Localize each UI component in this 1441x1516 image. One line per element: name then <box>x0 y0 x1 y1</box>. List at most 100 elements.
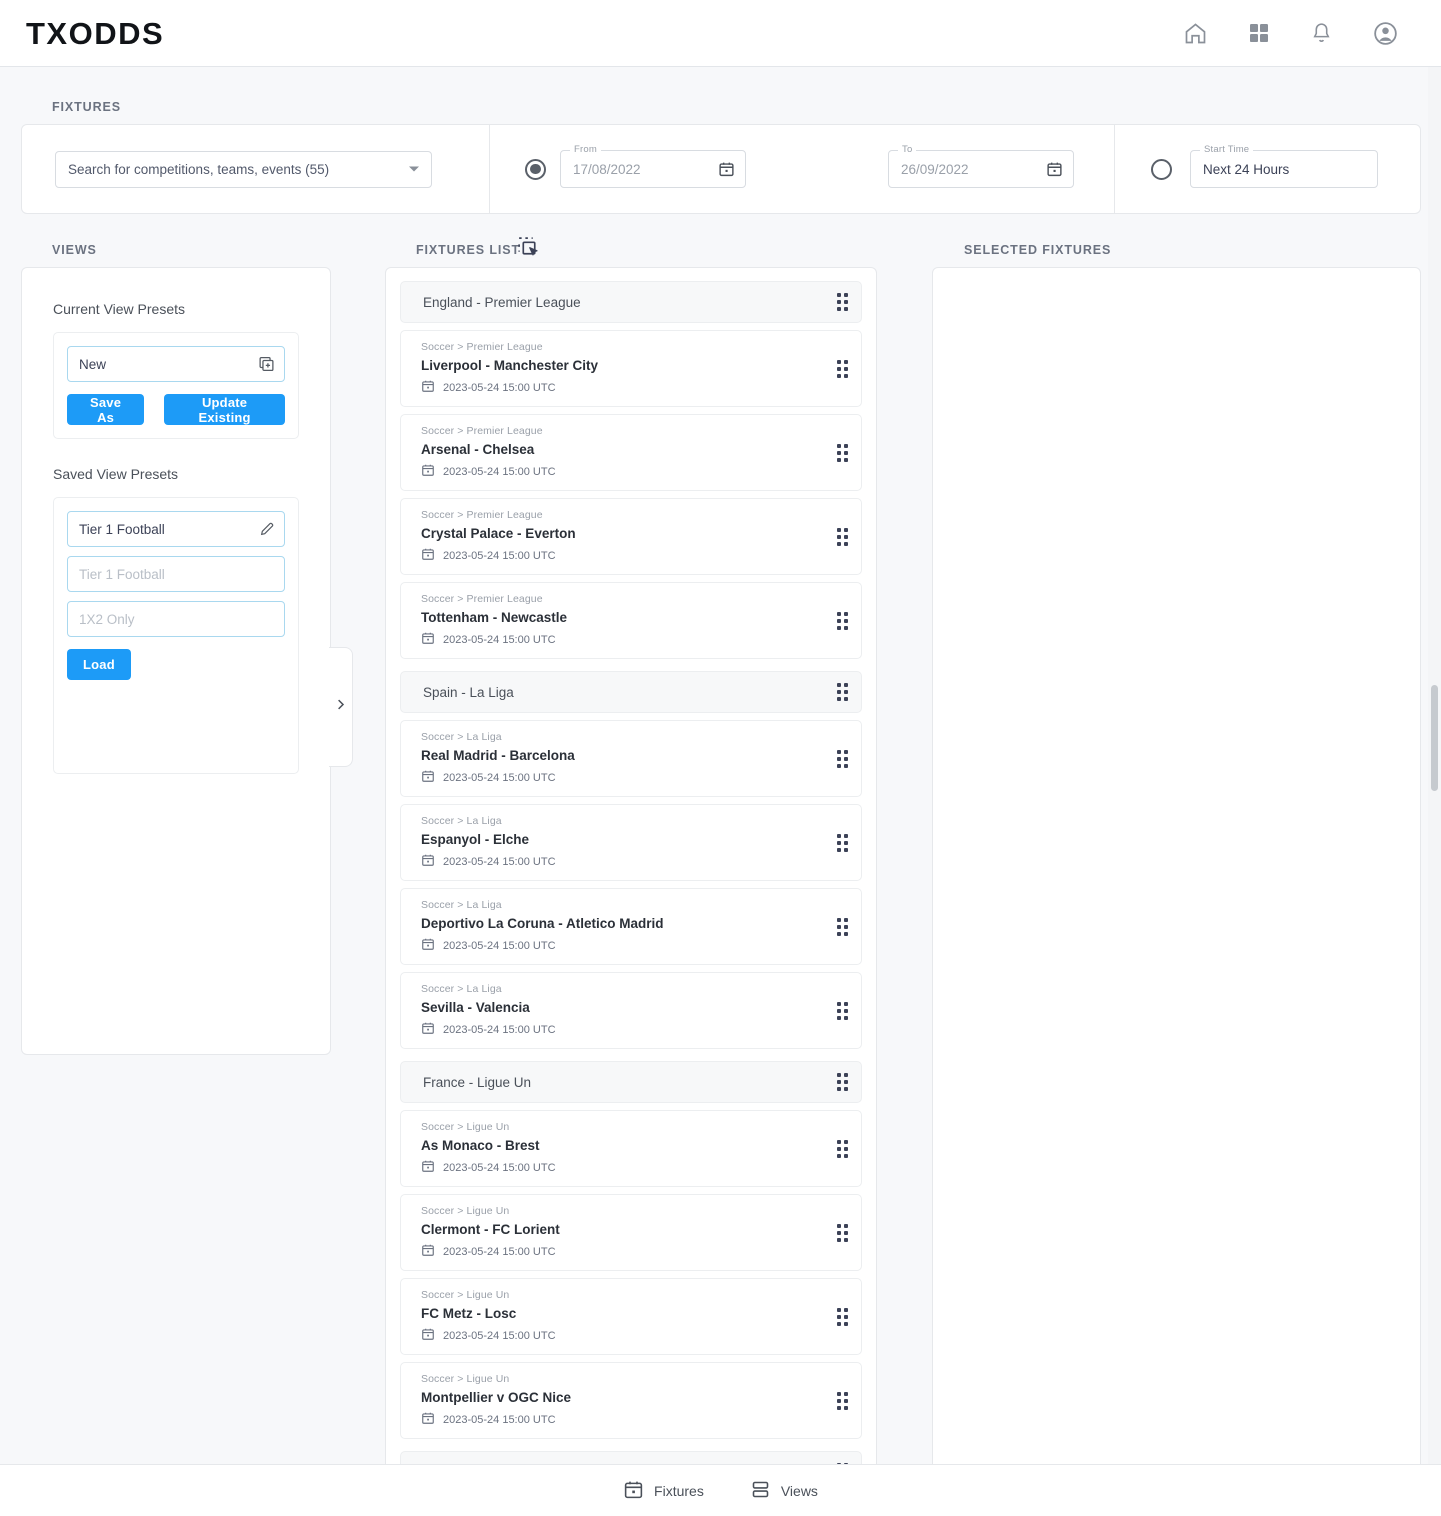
fixture-time: 2023-05-24 15:00 UTC <box>421 1327 556 1344</box>
bottom-navigation: Fixtures Views <box>0 1464 1441 1516</box>
fixture-row[interactable]: Soccer > Premier League Tottenham - Newca… <box>400 582 862 659</box>
apps-grid-icon[interactable] <box>1247 21 1271 45</box>
fixture-time-text: 2023-05-24 15:00 UTC <box>443 465 556 478</box>
current-preset-name-value: New <box>79 356 107 372</box>
bell-icon[interactable] <box>1309 21 1334 46</box>
saved-preset-input-1[interactable]: Tier 1 Football <box>67 556 285 592</box>
fixture-competition: Soccer > La Liga <box>421 731 502 743</box>
drag-handle-icon[interactable] <box>837 1001 848 1020</box>
fixture-competition: Soccer > Premier League <box>421 425 543 437</box>
fixture-competition: Soccer > La Liga <box>421 983 502 995</box>
drag-handle-icon[interactable] <box>837 293 848 311</box>
fixture-row[interactable]: Soccer > La Liga Real Madrid - Barcelona 2… <box>400 720 862 797</box>
fixture-group-header[interactable]: England - Premier League <box>400 281 862 323</box>
page-scrollbar-thumb[interactable] <box>1431 685 1438 791</box>
to-date-value: 26/09/2022 <box>901 161 969 177</box>
search-input-value: Search for competitions, teams, events (… <box>68 161 330 177</box>
update-existing-button[interactable]: Update Existing <box>164 394 285 425</box>
fixture-group-title: England - Premier League <box>423 294 581 310</box>
fixture-time: 2023-05-24 15:00 UTC <box>421 1159 556 1176</box>
save-as-button[interactable]: Save As <box>67 394 145 425</box>
fixture-time-text: 2023-05-24 15:00 UTC <box>443 633 556 646</box>
drag-handle-icon[interactable] <box>837 1073 848 1091</box>
pencil-icon[interactable] <box>259 521 275 537</box>
fixture-row[interactable]: Soccer > Ligue Un Montpellier v OGC Nice 2… <box>400 1362 862 1439</box>
app-header: TXODDS <box>0 0 1441 67</box>
fixture-group-header[interactable]: Spain - La Liga <box>400 671 862 713</box>
selected-fixtures-panel[interactable] <box>932 267 1421 1516</box>
calendar-icon <box>421 1021 435 1038</box>
drag-handle-icon[interactable] <box>837 1139 848 1158</box>
current-preset-name-input[interactable]: New <box>67 346 285 382</box>
start-time-select[interactable]: Start Time Next 24 Hours <box>1190 144 1378 188</box>
calendar-icon[interactable] <box>1046 161 1063 178</box>
fixture-row[interactable]: Soccer > Premier League Liverpool - Manch… <box>400 330 862 407</box>
date-range-radio[interactable] <box>525 158 546 180</box>
add-copy-icon[interactable] <box>258 356 275 373</box>
fixture-row[interactable]: Soccer > La Liga Espanyol - Elche 2023-05-… <box>400 804 862 881</box>
drag-handle-icon[interactable] <box>837 443 848 462</box>
fixture-time: 2023-05-24 15:00 UTC <box>421 853 556 870</box>
bottom-nav-fixtures-label: Fixtures <box>654 1482 704 1499</box>
drag-handle-icon[interactable] <box>837 1307 848 1326</box>
drag-handle-icon[interactable] <box>837 917 848 936</box>
fixture-time-text: 2023-05-24 15:00 UTC <box>443 771 556 784</box>
bottom-nav-fixtures[interactable]: Fixtures <box>623 1479 704 1503</box>
fixture-group-header[interactable]: France - Ligue Un <box>400 1061 862 1103</box>
fixture-competition: Soccer > Premier League <box>421 593 543 605</box>
account-circle-icon[interactable] <box>1372 20 1399 47</box>
fixture-row[interactable]: Soccer > Ligue Un FC Metz - Losc 2023-05-2… <box>400 1278 862 1355</box>
bottom-nav-views-label: Views <box>780 1482 818 1499</box>
current-view-presets-group: New Save As Update Existing <box>53 332 299 439</box>
fixture-name: Espanyol - Elche <box>421 832 530 847</box>
to-date-field[interactable]: To 26/09/2022 <box>888 144 1074 188</box>
calendar-icon <box>421 631 435 648</box>
search-input[interactable]: Search for competitions, teams, events (… <box>55 150 432 188</box>
current-view-presets-heading: Current View Presets <box>53 301 186 317</box>
fixture-row[interactable]: Soccer > Ligue Un As Monaco - Brest 2023-0… <box>400 1110 862 1187</box>
from-date-field[interactable]: From 17/08/2022 <box>560 144 746 188</box>
search-cell: Search for competitions, teams, events (… <box>22 125 489 213</box>
load-button[interactable]: Load <box>67 649 131 680</box>
start-time-radio[interactable] <box>1151 158 1172 180</box>
calendar-icon <box>421 937 435 954</box>
fixtures-list-panel[interactable]: England - Premier League Soccer > Premier… <box>385 267 877 1516</box>
app-logo: TXODDS <box>26 15 165 51</box>
saved-view-presets-heading: Saved View Presets <box>53 466 179 482</box>
calendar-icon <box>421 1411 435 1428</box>
calendar-icon[interactable] <box>718 161 735 178</box>
saved-preset-value-0: Tier 1 Football <box>79 521 165 537</box>
saved-preset-input-0[interactable]: Tier 1 Football <box>67 511 285 547</box>
fixture-row[interactable]: Soccer > La Liga Deportivo La Coruna - At… <box>400 888 862 965</box>
drag-handle-icon[interactable] <box>837 749 848 768</box>
fixture-row[interactable]: Soccer > La Liga Sevilla - Valencia 2023-0… <box>400 972 862 1049</box>
fixture-time-text: 2023-05-24 15:00 UTC <box>443 1329 556 1342</box>
home-icon[interactable] <box>1182 20 1209 47</box>
fixture-time: 2023-05-24 15:00 UTC <box>421 631 567 648</box>
fixture-name: Tottenham - Newcastle <box>421 610 568 625</box>
saved-preset-input-2[interactable]: 1X2 Only <box>67 601 285 637</box>
fixture-competition: Soccer > Ligue Un <box>421 1289 510 1301</box>
fixture-time-text: 2023-05-24 15:00 UTC <box>443 549 556 562</box>
fixture-name: As Monaco - Brest <box>421 1138 540 1153</box>
views-panel-expander[interactable] <box>329 647 353 767</box>
fixture-time: 2023-05-24 15:00 UTC <box>421 1243 560 1260</box>
chevron-down-icon[interactable] <box>409 166 419 172</box>
fixture-competition: Soccer > Premier League <box>421 341 543 353</box>
drag-handle-icon[interactable] <box>837 1391 848 1410</box>
bottom-nav-views[interactable]: Views <box>750 1479 818 1503</box>
fixture-row[interactable]: Soccer > Ligue Un Clermont - FC Lorient 20… <box>400 1194 862 1271</box>
fixture-row[interactable]: Soccer > Premier League Crystal Palace - … <box>400 498 862 575</box>
calendar-icon <box>421 1159 435 1176</box>
fixture-row[interactable]: Soccer > Premier League Arsenal - Chelsea… <box>400 414 862 491</box>
drag-handle-icon[interactable] <box>837 527 848 546</box>
page-scrollbar[interactable] <box>1428 67 1441 1516</box>
from-date-value: 17/08/2022 <box>573 161 641 177</box>
drag-handle-icon[interactable] <box>837 683 848 701</box>
start-time-cell: Start Time Next 24 Hours <box>1114 125 1420 213</box>
drag-handle-icon[interactable] <box>837 359 848 378</box>
marquee-select-icon[interactable] <box>516 235 541 265</box>
drag-handle-icon[interactable] <box>837 833 848 852</box>
drag-handle-icon[interactable] <box>837 1223 848 1242</box>
drag-handle-icon[interactable] <box>837 611 848 630</box>
